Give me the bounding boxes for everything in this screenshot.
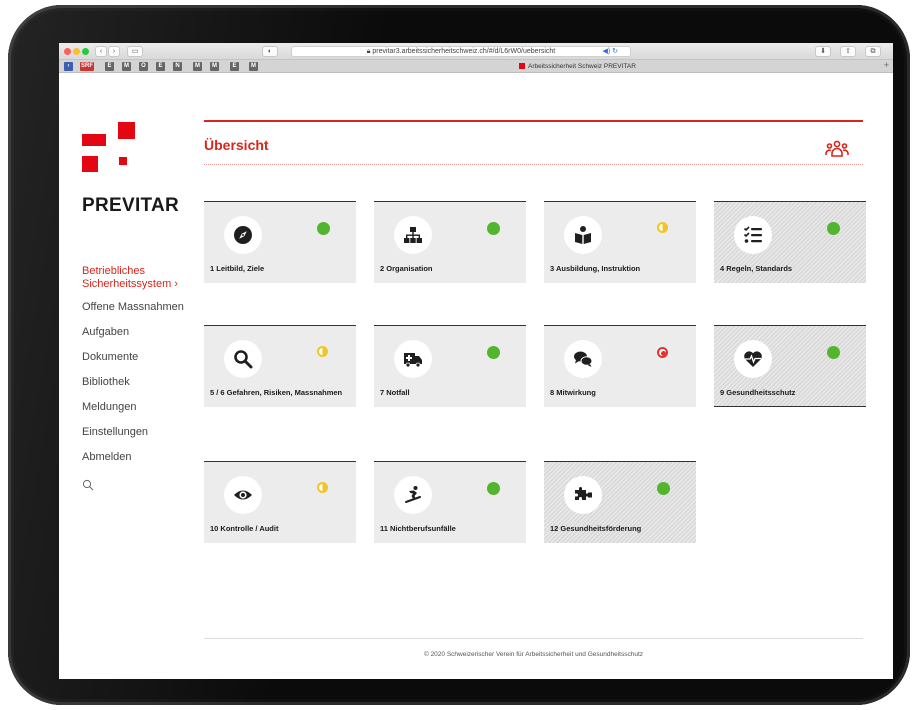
tile-label: 8 Mitwirkung [550, 388, 596, 397]
favorite-item[interactable]: E [105, 62, 114, 71]
status-indicator [317, 222, 330, 235]
footer-rule [204, 638, 863, 639]
tile-label: 12 Gesundheitsförderung [550, 524, 642, 533]
magnifier-icon [234, 350, 253, 369]
tile-label: 9 Gesundheitsschutz [720, 388, 796, 397]
minimize-window-button[interactable] [73, 48, 80, 55]
tab-favicon-icon [519, 63, 525, 69]
status-indicator [317, 482, 328, 493]
zoom-window-button[interactable] [82, 48, 89, 55]
tile-kontrolle-audit[interactable]: 10 Kontrolle / Audit [204, 461, 356, 543]
back-button[interactable]: ‹ [95, 46, 107, 57]
share-icon[interactable]: ⇧ [840, 46, 856, 57]
tile-label: 2 Organisation [380, 264, 433, 273]
tabs-icon[interactable]: ⧉ [865, 46, 881, 57]
ambulance-icon [404, 353, 422, 368]
tile-label: 7 Notfall [380, 388, 410, 397]
status-indicator [657, 482, 670, 495]
tile-label: 3 Ausbildung, Instruktion [550, 264, 641, 273]
favorite-item[interactable]: M [193, 62, 202, 71]
status-indicator [487, 482, 500, 495]
header-rule-bottom [204, 164, 863, 165]
status-indicator [827, 346, 840, 359]
close-window-button[interactable] [64, 48, 71, 55]
nav-item-sicherheitssystem[interactable]: Betriebliches Sicherheitssystem › [82, 265, 212, 301]
compass-icon [234, 226, 252, 244]
tile-label: 10 Kontrolle / Audit [210, 524, 279, 533]
page-title: Übersicht [204, 137, 269, 153]
url-text: previtar3.arbeitssicherheitschweiz.ch/#/… [372, 48, 556, 55]
tile-label: 1 Leitbild, Ziele [210, 264, 265, 273]
tile-leitbild-ziele[interactable]: 1 Leitbild, Ziele [204, 201, 356, 283]
brand-name: PREVITAR [82, 195, 180, 216]
favorite-item[interactable]: M [210, 62, 219, 71]
nav-item-einstellungen[interactable]: Einstellungen [82, 426, 212, 451]
tile-gefahren-risiken[interactable]: 5 / 6 Gefahren, Risiken, Massnahmen [204, 325, 356, 407]
tab-title: Arbeitssicherheit Schweiz PREVITAR [528, 63, 636, 70]
tile-ausbildung-instruktion[interactable]: 3 Ausbildung, Instruktion [544, 201, 696, 283]
tile-organisation[interactable]: 2 Organisation [374, 201, 526, 283]
nav-item-meldungen[interactable]: Meldungen [82, 401, 212, 426]
screen: ‹ › ▭ ◐ 🔒︎ previtar3.arbeitssicherheitsc… [59, 43, 893, 679]
favorite-item[interactable]: M [249, 62, 258, 71]
puzzle-icon [575, 487, 592, 500]
nav-item-offene-massnahmen[interactable]: Offene Massnahmen [82, 301, 212, 326]
status-indicator [657, 347, 668, 358]
tile-notfall[interactable]: 7 Notfall [374, 325, 526, 407]
favorite-item[interactable]: O [139, 62, 148, 71]
favorite-item[interactable]: SRF [80, 62, 94, 71]
audio-reload-icons[interactable]: ◀︎) ↻ [602, 47, 618, 57]
privacy-shield-icon[interactable]: ◐ [262, 46, 278, 57]
search-icon[interactable] [82, 479, 94, 491]
nav-item-aufgaben[interactable]: Aufgaben [82, 326, 212, 351]
active-tab[interactable]: Arbeitssicherheit Schweiz PREVITAR [519, 62, 636, 71]
snowboarder-icon [405, 486, 421, 503]
favorites-bar: ‹ SRF E M O E N M M E M Arbeitssicherhei… [59, 60, 893, 73]
status-indicator [487, 222, 500, 235]
favorite-item[interactable]: E [156, 62, 165, 71]
users-icon[interactable] [825, 139, 849, 159]
status-indicator [317, 346, 328, 357]
favorite-item[interactable]: N [173, 62, 182, 71]
chat-icon [574, 351, 593, 367]
status-indicator [827, 222, 840, 235]
tile-label: 11 Nichtberufsunfälle [380, 524, 456, 533]
tile-nichtberufsunfaelle[interactable]: 11 Nichtberufsunfälle [374, 461, 526, 543]
nav-item-abmelden[interactable]: Abmelden [82, 451, 212, 476]
status-indicator [657, 222, 668, 233]
footer-copyright: © 2020 Schweizerischer Verein für Arbeit… [423, 651, 644, 658]
tile-gesundheitsschutz[interactable]: 9 Gesundheitsschutz [714, 325, 866, 407]
checklist-icon [743, 226, 762, 243]
address-bar[interactable]: 🔒︎ previtar3.arbeitssicherheitschweiz.ch… [291, 46, 631, 57]
sidebar-nav: Betriebliches Sicherheitssystem › Offene… [82, 265, 212, 476]
eye-icon [234, 490, 252, 500]
tile-label: 4 Regeln, Standards [720, 264, 793, 273]
favorite-item[interactable]: E [230, 62, 239, 71]
ipad-frame: ‹ › ▭ ◐ 🔒︎ previtar3.arbeitssicherheitsc… [8, 5, 910, 705]
previtar-logo[interactable] [82, 122, 142, 174]
favorite-back-icon[interactable]: ‹ [64, 62, 73, 71]
tile-gesundheitsfoerderung[interactable]: 12 Gesundheitsförderung [544, 461, 696, 543]
browser-toolbar: ‹ › ▭ ◐ 🔒︎ previtar3.arbeitssicherheitsc… [59, 43, 893, 60]
nav-item-dokumente[interactable]: Dokumente [82, 351, 212, 376]
tile-label: 5 / 6 Gefahren, Risiken, Massnahmen [210, 388, 343, 397]
favorite-item[interactable]: M [122, 62, 131, 71]
sidebar-toggle-icon[interactable]: ▭ [127, 46, 143, 57]
reader-icon [575, 226, 591, 244]
header-rule-top [204, 120, 863, 122]
tile-regeln-standards[interactable]: 4 Regeln, Standards [714, 201, 866, 283]
download-icon[interactable]: ⬇︎ [815, 46, 831, 57]
tile-mitwirkung[interactable]: 8 Mitwirkung [544, 325, 696, 407]
status-indicator [487, 346, 500, 359]
new-tab-button[interactable]: + [884, 60, 889, 70]
org-chart-icon [404, 227, 422, 243]
nav-item-bibliothek[interactable]: Bibliothek [82, 376, 212, 401]
forward-button[interactable]: › [108, 46, 120, 57]
heartbeat-icon [744, 351, 762, 367]
